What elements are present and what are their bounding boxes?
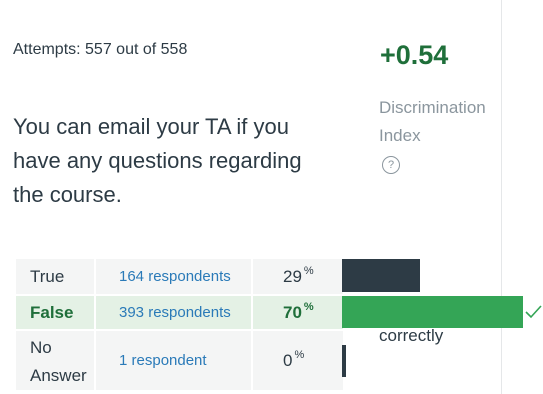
divider-line — [501, 0, 502, 394]
answer-bar-true — [342, 259, 420, 292]
question-text: You can email your TA if you have any qu… — [13, 114, 302, 207]
answer-row-no-answer: No Answer 1 respondent 0% — [16, 331, 343, 390]
answer-row-false-correct: False 393 respondents 70% — [16, 296, 343, 329]
answer-percent: 29% — [253, 259, 343, 294]
answer-label: False — [16, 296, 94, 329]
attempts-text: Attempts: 557 out of 558 — [13, 41, 188, 58]
answer-bar-false — [342, 296, 523, 328]
discrimination-index-value: +0.54 — [380, 40, 449, 70]
respondents-link[interactable]: 393 respondents — [96, 296, 251, 329]
answer-label: True — [16, 259, 94, 294]
answer-percent: 70% — [253, 296, 343, 329]
answer-bar-no-answer — [342, 345, 346, 377]
question-circle-icon[interactable]: ? — [382, 156, 400, 174]
respondents-link[interactable]: 1 respondent — [96, 331, 251, 390]
check-icon — [525, 305, 542, 319]
answer-row-true: True 164 respondents 29% — [16, 259, 343, 294]
respondents-link[interactable]: 164 respondents — [96, 259, 251, 294]
discrimination-index-label: Discrimination Index — [379, 98, 486, 145]
correct-answer-note: correctly — [379, 326, 444, 345]
answer-label: No Answer — [16, 331, 94, 390]
answer-percent: 0% — [253, 331, 343, 390]
